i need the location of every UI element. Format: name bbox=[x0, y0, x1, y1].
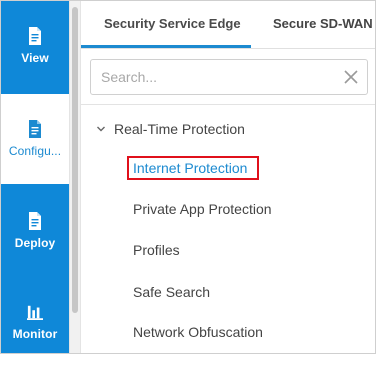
document-icon bbox=[29, 120, 41, 138]
rail-item-label: Configu... bbox=[8, 144, 62, 158]
search-box bbox=[90, 59, 368, 95]
search-input[interactable] bbox=[101, 68, 331, 86]
rail-item-deploy[interactable]: Deploy bbox=[1, 186, 69, 276]
tab-security-service-edge[interactable]: Security Service Edge bbox=[104, 1, 241, 49]
rail-item-label: Monitor bbox=[12, 327, 58, 341]
tree-item-label: Safe Search bbox=[133, 284, 211, 300]
tree-item-label: Network Obfuscation bbox=[133, 324, 263, 340]
tab-secure-sd-wan[interactable]: Secure SD-WAN bbox=[273, 1, 373, 49]
active-tab-indicator bbox=[81, 45, 251, 48]
highlight-box bbox=[127, 156, 259, 180]
bar-chart-icon bbox=[27, 305, 43, 320]
tree-group-real-time-protection[interactable]: Real-Time Protection bbox=[96, 119, 245, 139]
divider bbox=[81, 104, 375, 105]
document-icon bbox=[29, 27, 41, 45]
navigation-panel: View Configu... Deploy Monitor Security … bbox=[0, 0, 376, 354]
chevron-down-icon bbox=[97, 126, 105, 132]
tree-item-network-obfuscation[interactable]: Network Obfuscation bbox=[133, 324, 263, 340]
rail-item-label: Deploy bbox=[14, 236, 56, 250]
tree-item-label: Profiles bbox=[133, 242, 180, 258]
scrollbar-thumb[interactable] bbox=[72, 7, 78, 313]
rail-scrollbar[interactable] bbox=[69, 1, 81, 353]
rail-item-view[interactable]: View bbox=[1, 1, 69, 91]
tree-item-label: Private App Protection bbox=[133, 201, 272, 217]
tree-item-profiles[interactable]: Profiles bbox=[133, 242, 180, 258]
tab-label: Security Service Edge bbox=[104, 16, 241, 31]
rail-item-label: View bbox=[21, 51, 49, 65]
tab-bar: Security Service Edge Secure SD-WAN bbox=[81, 1, 375, 49]
tree-item-private-app-protection[interactable]: Private App Protection bbox=[133, 201, 272, 217]
left-rail: View Configu... Deploy Monitor bbox=[1, 1, 69, 353]
document-icon bbox=[29, 212, 41, 230]
tree-item-safe-search[interactable]: Safe Search bbox=[133, 284, 210, 300]
tab-label: Secure SD-WAN bbox=[273, 16, 373, 31]
close-icon[interactable] bbox=[343, 69, 359, 85]
rail-item-configure[interactable]: Configu... bbox=[1, 94, 69, 184]
tree-group-label: Real-Time Protection bbox=[114, 121, 245, 137]
